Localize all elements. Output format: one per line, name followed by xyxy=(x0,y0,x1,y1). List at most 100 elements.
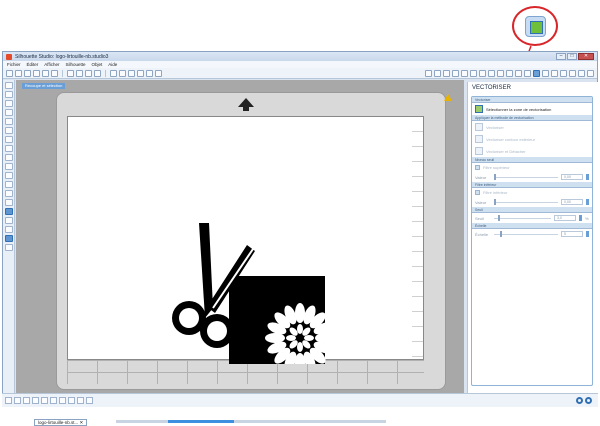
gradient-icon[interactable] xyxy=(461,69,468,77)
polygon-tool-icon[interactable] xyxy=(4,109,13,116)
refresh-icon[interactable] xyxy=(585,397,592,404)
low-filter-checkbox[interactable] xyxy=(475,190,480,195)
fill-color-icon[interactable] xyxy=(452,69,459,77)
select-tool-icon[interactable] xyxy=(4,82,13,89)
scale-slider[interactable] xyxy=(494,230,558,237)
document-tab[interactable]: logo-lirtouille-nb.st... ✕ xyxy=(34,419,88,426)
menu-objet[interactable]: Objet xyxy=(91,62,102,67)
spinner-icon[interactable] xyxy=(579,215,582,221)
low-filter-slider[interactable] xyxy=(494,198,558,205)
slider-knob[interactable] xyxy=(500,230,502,237)
cut-settings-icon[interactable] xyxy=(560,69,567,77)
gear-icon[interactable] xyxy=(576,397,583,404)
canvas-area[interactable]: Recoupe et sélection logo-lirtouille-nb.… xyxy=(16,80,464,426)
pan-icon[interactable] xyxy=(110,69,117,77)
store-icon[interactable] xyxy=(578,69,585,77)
redo-icon[interactable] xyxy=(94,69,101,77)
eraser-tool-icon[interactable] xyxy=(4,190,13,197)
save-icon[interactable] xyxy=(33,69,40,77)
offset-icon[interactable] xyxy=(524,69,531,77)
menu-afficher[interactable]: Afficher xyxy=(44,62,59,67)
select-all-icon[interactable] xyxy=(68,397,75,404)
zoom-select-icon[interactable] xyxy=(137,69,144,77)
knife-tool-icon[interactable] xyxy=(4,199,13,206)
undo-icon[interactable] xyxy=(85,69,92,77)
scale-icon[interactable] xyxy=(542,69,549,77)
horizontal-scrollbar[interactable] xyxy=(116,420,386,423)
trace-icon[interactable] xyxy=(533,69,540,77)
align-icon[interactable] xyxy=(497,69,504,77)
zoom-fit-icon[interactable] xyxy=(146,69,153,77)
rounded-rect-tool-icon[interactable] xyxy=(4,145,13,152)
trace-outer-option[interactable]: Vectoriser contour extérieur xyxy=(472,133,592,145)
modify-icon[interactable] xyxy=(515,69,522,77)
print-icon[interactable] xyxy=(42,69,49,77)
library-icon[interactable] xyxy=(24,69,31,77)
curve-tool-icon[interactable] xyxy=(4,118,13,125)
spinner-icon[interactable] xyxy=(586,231,589,237)
library-panel-icon[interactable] xyxy=(4,208,13,215)
grid-settings-icon[interactable] xyxy=(434,69,441,77)
group-icon[interactable] xyxy=(14,397,21,404)
transform-icon[interactable] xyxy=(551,69,558,77)
layers-icon[interactable] xyxy=(4,235,13,242)
zoom-in-icon[interactable] xyxy=(119,69,126,77)
close-button[interactable]: ✕ xyxy=(578,53,594,60)
line-color-icon[interactable] xyxy=(479,69,486,77)
ellipse-tool-icon[interactable] xyxy=(4,154,13,161)
high-filter-row[interactable]: Filtre supérieur xyxy=(472,163,592,172)
arc-tool-icon[interactable] xyxy=(4,127,13,134)
select-trace-area-icon[interactable] xyxy=(475,105,483,113)
freehand-tool-icon[interactable] xyxy=(4,163,13,170)
release-compound-icon[interactable] xyxy=(41,397,48,404)
smooth-freehand-icon[interactable] xyxy=(4,172,13,179)
scrollbar-thumb[interactable] xyxy=(168,420,234,423)
menu-editer[interactable]: Éditer xyxy=(27,62,39,67)
design-store-icon[interactable] xyxy=(587,69,594,77)
maximize-button[interactable]: □ xyxy=(567,53,577,60)
warning-icon[interactable] xyxy=(444,94,452,101)
line-tool-icon[interactable] xyxy=(4,100,13,107)
scale-input[interactable]: 5 xyxy=(561,231,583,237)
grid-icon[interactable] xyxy=(155,69,162,77)
duplicate-icon[interactable] xyxy=(50,397,57,404)
threshold-input[interactable]: 3,0 xyxy=(554,215,576,221)
trace-detach-icon[interactable] xyxy=(475,147,483,155)
menu-silhouette[interactable]: Silhouette xyxy=(65,62,85,67)
edit-points-icon[interactable] xyxy=(4,91,13,98)
pattern-icon[interactable] xyxy=(470,69,477,77)
spinner-icon[interactable] xyxy=(586,199,589,205)
high-filter-slider[interactable] xyxy=(494,173,558,180)
threshold-slider[interactable] xyxy=(494,214,551,221)
text-tool-icon[interactable] xyxy=(4,181,13,188)
trace-outer-edge-icon[interactable] xyxy=(475,135,483,143)
minimize-button[interactable]: – xyxy=(556,53,566,60)
line-style-icon[interactable] xyxy=(443,69,450,77)
high-filter-checkbox[interactable] xyxy=(475,165,480,170)
slider-knob[interactable] xyxy=(494,198,496,205)
text-style-icon[interactable] xyxy=(488,69,495,77)
select-area-row[interactable]: Sélectionner la zone de vectorisation xyxy=(472,103,592,115)
send-to-cutter-icon[interactable] xyxy=(569,69,576,77)
rectangle-tool-icon[interactable] xyxy=(4,136,13,143)
compound-path-icon[interactable] xyxy=(32,397,39,404)
cut-icon[interactable] xyxy=(51,69,58,77)
online-store-icon[interactable] xyxy=(4,217,13,224)
zoom-out-icon[interactable] xyxy=(128,69,135,77)
trace-icon[interactable] xyxy=(475,123,483,131)
spinner-icon[interactable] xyxy=(586,174,589,180)
open-icon[interactable] xyxy=(15,69,22,77)
grid-toggle-icon[interactable] xyxy=(5,397,12,404)
delete-icon[interactable] xyxy=(59,397,66,404)
sketch-icon[interactable] xyxy=(4,244,13,251)
low-filter-input[interactable]: 0,00 xyxy=(561,199,583,205)
paste-icon[interactable] xyxy=(76,69,83,77)
slider-knob[interactable] xyxy=(498,214,500,221)
replicate-icon[interactable] xyxy=(506,69,513,77)
ungroup-icon[interactable] xyxy=(23,397,30,404)
high-filter-input[interactable]: 0,00 xyxy=(561,174,583,180)
deselect-icon[interactable] xyxy=(77,397,84,404)
trace-option[interactable]: Vectoriser xyxy=(472,121,592,133)
trace-detach-option[interactable]: Vectoriser et Détacher xyxy=(472,145,592,157)
rhinestone-icon[interactable] xyxy=(4,226,13,233)
